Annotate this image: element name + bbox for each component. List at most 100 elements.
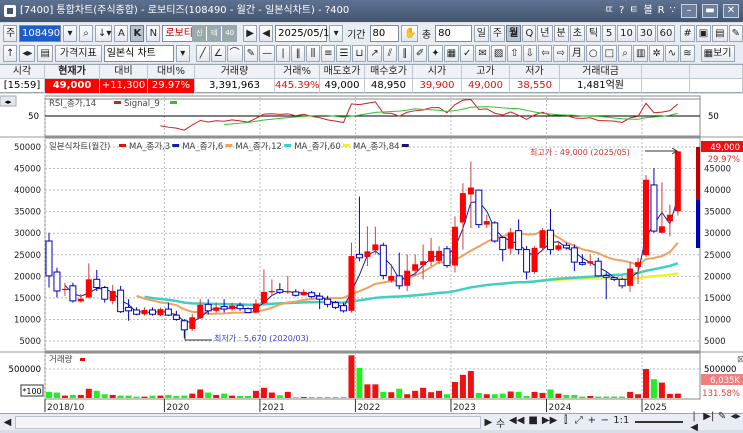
channel-icon[interactable]: ⫽ [382, 44, 397, 62]
new-button[interactable]: 신 [192, 24, 207, 42]
letter-button-a[interactable]: A [114, 24, 129, 42]
pattern-icon[interactable]: ✲ [649, 44, 664, 62]
close-button[interactable]: ✕ [723, 4, 739, 18]
link-icon[interactable]: 볼 [643, 0, 652, 22]
arrow-left-icon[interactable]: ⇦ [538, 44, 553, 62]
volume-bar [53, 392, 60, 398]
period-button-0[interactable]: 일 [473, 24, 489, 42]
compare-icon[interactable]: ▥ [633, 44, 649, 62]
rectangle-icon[interactable]: □ [601, 44, 618, 62]
pen-icon[interactable]: ✎ [243, 44, 259, 62]
zoom-out-icon[interactable]: − [600, 415, 609, 430]
angle-line-icon[interactable]: ∠ [210, 44, 226, 62]
refresh-icon[interactable]: R [658, 0, 665, 22]
chart-scrollbar[interactable]: ◀ ▶ 수 ◀◀ ■ ▶▶ ⫿ ⤢ + −1:1 |◀ ▶| ✎ ◂▸ [0, 411, 743, 433]
number-icon[interactable]: 수 [496, 415, 505, 430]
save-icon[interactable]: ▤ [712, 24, 728, 42]
arc-icon[interactable]: ⌒ [226, 44, 243, 62]
prev-icon[interactable]: ◀ [259, 24, 274, 42]
up-arrow-icon[interactable]: ↑ [3, 44, 18, 62]
code-input[interactable]: 108490 [19, 24, 61, 42]
period-button-2[interactable]: 월 [506, 24, 522, 42]
circle-icon[interactable]: ○ [585, 44, 601, 62]
horizontal-line-icon[interactable]: — [259, 44, 276, 62]
period-button-4[interactable]: 년 [537, 24, 553, 42]
folder-icon[interactable]: ▣ [695, 24, 712, 42]
fibo-fan-icon[interactable]: ☰ [336, 44, 352, 62]
maximize-button[interactable]: ▬ [702, 4, 718, 18]
parallel-icon[interactable]: ∥ [397, 44, 412, 62]
eraser-icon[interactable]: ✐ [412, 44, 428, 62]
settings-icon[interactable]: ∵ [670, 0, 676, 22]
code-dropdown-icon[interactable]: ▾ [63, 24, 77, 42]
chart-svg[interactable]: 2018/10 2020 2021 2022 2023 2024 2025 50000 4500… [0, 94, 743, 414]
rewind-icon[interactable]: ◀◀ [509, 415, 524, 430]
help-pin-icon[interactable]: ㄸ [605, 0, 614, 22]
chart-scale-icon[interactable]: ⤢ [574, 415, 583, 430]
period-input[interactable]: 80 [369, 24, 400, 42]
text-icon[interactable]: 月 [568, 44, 585, 62]
ray-icon[interactable]: ↗ [367, 44, 382, 62]
period-button-6[interactable]: 초 [569, 24, 585, 42]
fast-forward-icon[interactable]: ▶▶ [542, 415, 557, 430]
vertical-line-icon[interactable]: | [276, 44, 291, 62]
brush-icon[interactable]: ✓ [460, 44, 475, 62]
period-button-1[interactable]: 주 [489, 24, 506, 42]
notepad-icon[interactable]: ▤ [37, 44, 53, 62]
wave2-icon[interactable]: ≋ [680, 44, 695, 62]
expand-icon[interactable]: ◂▸ [19, 44, 36, 62]
letter-button-n[interactable]: N [146, 24, 161, 42]
trend-line-icon[interactable]: ╱ [195, 44, 210, 62]
next-icon[interactable]: ▶ [243, 24, 258, 42]
letter-button-k[interactable]: K [130, 24, 145, 42]
period-button-8[interactable]: 5 [602, 24, 617, 42]
arrow-down-icon[interactable]: ⇩ [522, 44, 538, 62]
hand-icon[interactable]: ✋ [401, 24, 418, 42]
minimize-button[interactable]: – [681, 4, 697, 18]
note-icon[interactable]: ✉ [475, 44, 490, 62]
period-button-11[interactable]: 60 [656, 24, 676, 42]
arrow-right-icon[interactable]: ⇨ [553, 44, 568, 62]
arrow-up-icon[interactable]: ⇧ [507, 44, 522, 62]
scroll-track[interactable] [15, 415, 481, 429]
cycle-lines-icon[interactable]: ‖ [291, 44, 306, 62]
total-input[interactable]: 80 [435, 24, 472, 42]
zoom-slider[interactable] [635, 421, 683, 423]
fibo-retrace-icon[interactable]: ≡ [321, 44, 336, 62]
chart-type-dropdown-icon[interactable]: ▾ [175, 44, 190, 62]
stop-icon[interactable]: ■ [528, 415, 537, 430]
period-button-3[interactable]: Q [522, 24, 537, 42]
zoom-icon[interactable]: ⌕ [618, 44, 633, 62]
top40-button[interactable]: 40 [222, 24, 238, 42]
wave-icon[interactable]: ∿ [664, 44, 680, 62]
period-button-5[interactable]: 분 [553, 24, 569, 42]
split-icon[interactable]: ⫿ [561, 415, 570, 430]
date-input[interactable]: 2025/05/14 [275, 24, 336, 42]
gann-icon[interactable]: ⊔ [352, 44, 367, 62]
layout-icon[interactable]: ㅌ [629, 0, 638, 22]
search-icon[interactable]: ⌕ [79, 24, 93, 42]
image-icon[interactable]: ▨ [490, 44, 507, 62]
sort-icon[interactable]: ↓▾ [95, 24, 113, 42]
color-icon[interactable]: ▦ [443, 44, 460, 62]
scroll-right-icon[interactable]: ▶ [484, 417, 493, 428]
view-button[interactable]: ▦보기 [700, 44, 735, 62]
chart-type-select[interactable]: 일본식 차트 [103, 44, 174, 62]
volume-bar [205, 392, 212, 398]
period-button-7[interactable]: 틱 [585, 24, 602, 42]
indicator-button[interactable]: 가격지표 [54, 44, 102, 62]
date-dropdown-icon[interactable]: ▾ [329, 24, 344, 42]
grid-icon[interactable]: # [680, 24, 695, 42]
ratio-icon[interactable]: 1:1 [613, 415, 629, 430]
scroll-left-icon[interactable]: ◀ [3, 417, 12, 428]
zoom-in-icon[interactable]: + [587, 415, 596, 430]
market-select[interactable]: 주 [3, 24, 17, 42]
magic-icon[interactable]: ✦ [428, 44, 443, 62]
help-icon[interactable]: ? [619, 0, 624, 22]
wrench-icon[interactable]: ✎ [728, 24, 743, 42]
fibo-time-icon[interactable]: ⫼ [306, 44, 321, 62]
period-button-10[interactable]: 30 [636, 24, 656, 42]
theme-button[interactable]: 테 [207, 24, 222, 42]
period-button-9[interactable]: 10 [617, 24, 636, 42]
candle-body [570, 247, 578, 263]
